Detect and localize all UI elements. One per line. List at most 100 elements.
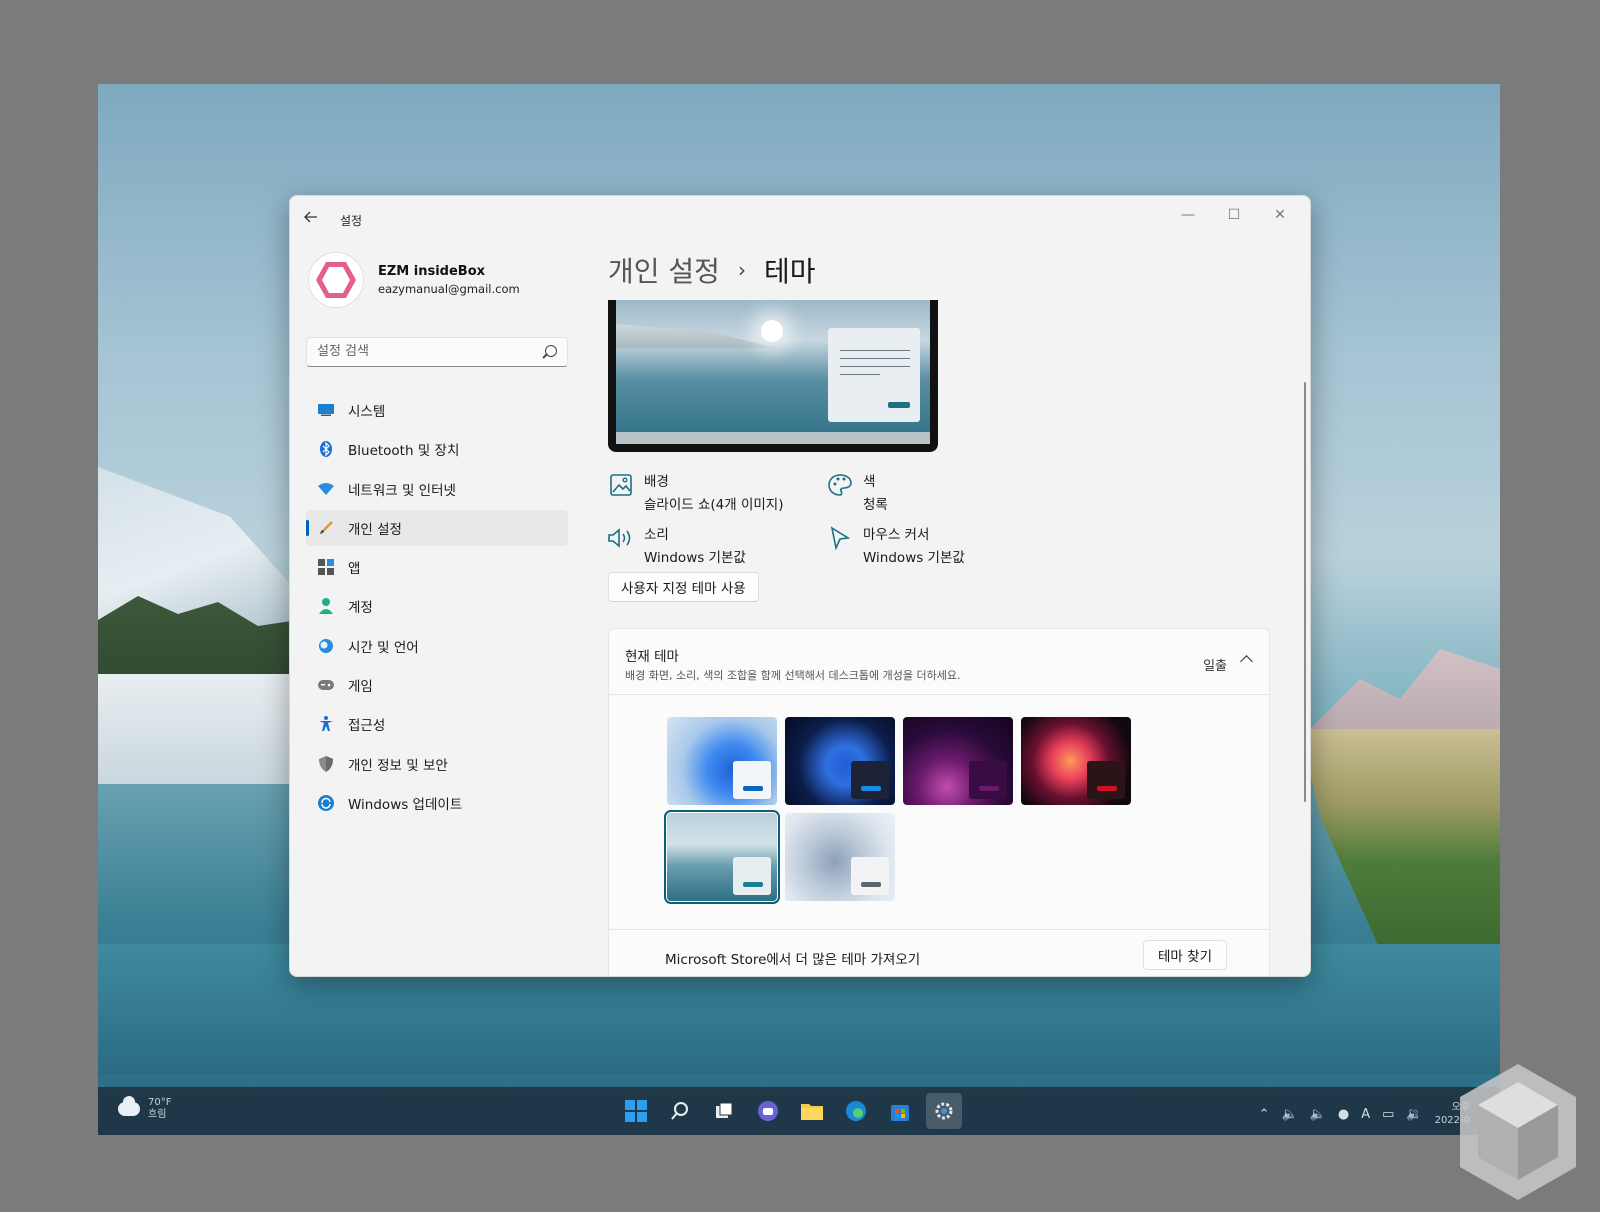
edge-button[interactable] <box>838 1093 874 1129</box>
sidebar-item-accessibility[interactable]: 접근성 <box>306 706 568 742</box>
store-icon <box>891 1105 909 1121</box>
taskbar-apps <box>618 1093 962 1129</box>
maximize-button[interactable]: ☐ <box>1212 204 1256 228</box>
sidebar-item-apps[interactable]: 앱 <box>306 549 568 585</box>
cube-logo-icon <box>1460 1064 1576 1200</box>
breadcrumb: 개인 설정 › 테마 <box>608 250 815 290</box>
accent-swatch <box>861 786 881 791</box>
cursor-icon <box>827 525 853 551</box>
user-profile[interactable]: EZM insideBox eazymanual@gmail.com <box>308 252 520 308</box>
theme-glow[interactable] <box>903 717 1013 805</box>
store-text: Microsoft Store에서 더 많은 테마 가져오기 <box>665 952 921 968</box>
sidebar-item-windows-update[interactable]: Windows 업데이트 <box>306 785 568 821</box>
background-title: 배경 <box>644 474 669 490</box>
sidebar-item-label: 시간 및 언어 <box>348 639 419 656</box>
search-input[interactable] <box>317 344 537 359</box>
settings-window: 설정 — ☐ ✕ EZM insideBox eazymanual@gmail.… <box>289 195 1311 977</box>
current-theme-card: 현재 테마 배경 화면, 소리, 색의 조합을 함께 선택해서 데스크톱에 개성… <box>608 628 1270 976</box>
search-icon[interactable] <box>545 345 557 357</box>
page-title: 테마 <box>763 255 816 288</box>
task-view-icon <box>716 1102 733 1118</box>
sidebar-item-network[interactable]: 네트워크 및 인터넷 <box>306 471 568 507</box>
color-title: 색 <box>863 474 876 490</box>
sidebar-item-label: 계정 <box>348 600 373 617</box>
preview-window <box>828 328 920 422</box>
accent-swatch <box>743 882 763 887</box>
color-value: 청록 <box>863 497 888 513</box>
preview-wallpaper <box>616 300 930 444</box>
use-custom-theme-button[interactable]: 사용자 지정 테마 사용 <box>608 572 759 602</box>
theme-windows-light[interactable] <box>667 717 777 805</box>
volume-icon[interactable]: 🔉 <box>1406 1107 1422 1122</box>
current-theme-description: 배경 화면, 소리, 색의 조합을 함께 선택해서 데스크톱에 개성을 더하세요… <box>625 669 961 682</box>
sidebar-item-privacy[interactable]: 개인 정보 및 보안 <box>306 746 568 782</box>
sidebar-item-bluetooth[interactable]: Bluetooth 및 장치 <box>306 431 568 467</box>
sound-value: Windows 기본값 <box>644 550 746 566</box>
breadcrumb-parent[interactable]: 개인 설정 <box>608 250 720 290</box>
app-title: 설정 <box>340 214 363 228</box>
chevron-up-icon[interactable] <box>1240 655 1253 668</box>
teams-chat-button[interactable] <box>750 1093 786 1129</box>
accent-swatch <box>979 786 999 791</box>
gear-icon <box>935 1102 953 1120</box>
weather-temp: 70°F <box>148 1097 172 1108</box>
theme-windows-dark[interactable] <box>785 717 895 805</box>
sidebar-item-label: Windows 업데이트 <box>348 796 463 813</box>
theme-flow[interactable] <box>785 813 895 901</box>
sidebar-item-label: 네트워크 및 인터넷 <box>348 482 456 499</box>
task-view-button[interactable] <box>706 1093 742 1129</box>
sidebar-item-label: 앱 <box>348 561 361 578</box>
sidebar-item-system[interactable]: 시스템 <box>306 392 568 428</box>
start-button[interactable] <box>618 1093 654 1129</box>
sidebar-item-accounts[interactable]: 계정 <box>306 588 568 624</box>
scrollbar[interactable] <box>1304 382 1306 802</box>
weather-widget[interactable]: 70°F 흐림 <box>118 1096 172 1121</box>
sidebar-item-label: 개인 정보 및 보안 <box>348 757 448 774</box>
chevron-up-icon[interactable]: ⌃ <box>1259 1107 1270 1122</box>
back-button[interactable] <box>304 210 324 228</box>
speaker-icon[interactable]: 🔈 <box>1310 1107 1326 1122</box>
sidebar-item-time-language[interactable]: 시간 및 언어 <box>306 628 568 664</box>
browse-themes-button[interactable]: 테마 찾기 <box>1143 940 1227 970</box>
speaker-icon[interactable]: 🔈 <box>1281 1107 1297 1122</box>
sidebar-item-gaming[interactable]: 게임 <box>306 667 568 703</box>
theme-grid <box>664 717 1131 904</box>
network-icon[interactable]: ▭ <box>1382 1107 1394 1122</box>
color-setting[interactable]: 색 청록 <box>827 470 888 513</box>
globe-clock-icon <box>318 638 334 654</box>
background-setting[interactable]: 배경 슬라이드 쇼(4개 이미지) <box>608 470 784 513</box>
sound-setting[interactable]: 소리 Windows 기본값 <box>608 523 746 566</box>
close-button[interactable]: ✕ <box>1258 204 1302 228</box>
settings-app-button[interactable] <box>926 1093 962 1129</box>
store-button[interactable] <box>882 1093 918 1129</box>
taskbar-search-button[interactable] <box>662 1093 698 1129</box>
mouse-cursor-setting[interactable]: 마우스 커서 Windows 기본값 <box>827 523 965 566</box>
cursor-value: Windows 기본값 <box>863 550 965 566</box>
wechat-icon[interactable]: ● <box>1338 1107 1349 1122</box>
wallpaper-field <box>1300 729 1500 949</box>
settings-search <box>306 337 568 367</box>
wallpaper-snow <box>98 674 298 784</box>
edge-icon <box>846 1101 866 1121</box>
shield-icon <box>318 755 334 772</box>
theme-preview <box>608 300 938 452</box>
taskbar: 70°F 흐림 ⌃ 🔈 🔈 ● A ▭ 🔉 2022-0 <box>98 1087 1500 1135</box>
weather-desc: 흐림 <box>148 1109 167 1120</box>
current-theme-name: 일출 <box>1203 659 1227 674</box>
store-row: Microsoft Store에서 더 많은 테마 가져오기 테마 찾기 <box>609 929 1269 976</box>
file-explorer-button[interactable] <box>794 1093 830 1129</box>
theme-sunrise[interactable] <box>664 810 780 904</box>
palette-icon <box>827 472 853 498</box>
ime-icon[interactable]: A <box>1361 1107 1370 1122</box>
current-theme-title: 현재 테마 <box>625 649 679 665</box>
sidebar-nav: 시스템 Bluetooth 및 장치 네트워크 및 인터넷 개인 설정 앱 계정… <box>306 392 568 824</box>
accent-swatch <box>861 882 881 887</box>
titlebar: 설정 — ☐ ✕ <box>290 196 1310 242</box>
sound-title: 소리 <box>644 527 669 543</box>
theme-captured-motion[interactable] <box>1021 717 1131 805</box>
system-tray: ⌃ 🔈 🔈 ● A ▭ 🔉 오후 2022-0 <box>1259 1101 1470 1127</box>
current-theme-header[interactable]: 현재 테마 배경 화면, 소리, 색의 조합을 함께 선택해서 데스크톱에 개성… <box>609 629 1269 695</box>
sidebar-item-personalization[interactable]: 개인 설정 <box>306 509 568 546</box>
monitor-icon <box>318 402 334 418</box>
minimize-button[interactable]: — <box>1166 204 1210 228</box>
